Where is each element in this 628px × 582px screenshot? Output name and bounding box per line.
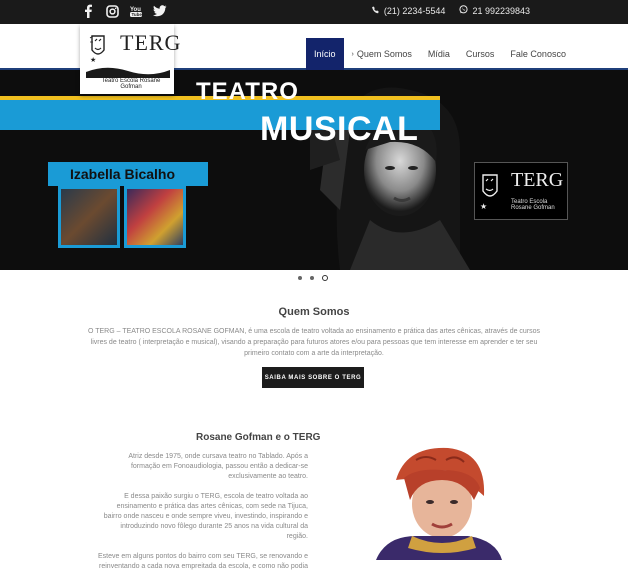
phone-contact[interactable]: (21) 2234-5544 xyxy=(371,5,446,16)
contact-info: (21) 2234-5544 21 992239843 xyxy=(371,5,530,16)
site-logo[interactable]: ★ TERG Teatro Escola Rosane Gofman xyxy=(80,24,180,94)
theater-mask-icon: ★ xyxy=(89,35,105,64)
hero-title-line2: MUSICAL xyxy=(260,110,419,148)
nav-item-cursos[interactable]: Cursos xyxy=(458,38,503,70)
rosane-photo xyxy=(356,440,506,560)
nav-item-midia[interactable]: Mídia xyxy=(420,38,458,70)
rg-paragraph-3: Esteve em alguns pontos do bairro com se… xyxy=(98,553,308,570)
slider-dots xyxy=(298,275,328,281)
rg-heading: Rosane Gofman e o TERG xyxy=(196,432,321,443)
logo-wave xyxy=(86,67,170,78)
logo-name: TERG xyxy=(120,30,182,55)
rg-bio: Atriz desde 1975, onde cursava teatro no… xyxy=(98,452,308,582)
svg-text:★: ★ xyxy=(480,202,487,211)
main-nav: Início › Quem Somos Mídia Cursos Fale Con… xyxy=(306,38,574,70)
phone-icon xyxy=(371,6,380,16)
hero-logo-subtitle: Teatro Escola Rosane Gofman xyxy=(511,199,555,211)
youtube-icon[interactable]: You Tube xyxy=(128,3,144,19)
nav-item-fale-conosco[interactable]: Fale Conosco xyxy=(502,38,574,70)
svg-text:Tube: Tube xyxy=(132,12,143,17)
theater-mask-icon: ★ xyxy=(480,174,498,211)
whatsapp-number: 21 992239843 xyxy=(472,5,530,16)
whatsapp-contact[interactable]: 21 992239843 xyxy=(459,5,530,16)
phone-number: (21) 2234-5544 xyxy=(383,5,446,16)
hero-photo-2 xyxy=(124,186,186,248)
slider-dot-2[interactable] xyxy=(310,276,314,280)
twitter-icon[interactable] xyxy=(152,3,168,19)
svg-text:★: ★ xyxy=(90,56,96,64)
top-bar: You Tube (21) 2234-5544 21 992239843 xyxy=(0,0,628,24)
hero-slider[interactable]: TEATRO MUSICAL Izabella Bicalho ★ TERG T… xyxy=(0,70,628,270)
nav-caret-icon: › xyxy=(351,50,354,58)
about-heading: Quem Somos xyxy=(278,306,350,318)
facebook-icon[interactable] xyxy=(80,3,96,19)
logo-subtitle: Teatro Escola Rosane Gofman xyxy=(101,78,161,90)
hero-logo-name: TERG xyxy=(511,169,564,191)
hero-terg-logo: ★ TERG Teatro Escola Rosane Gofman xyxy=(474,162,568,220)
social-links: You Tube xyxy=(80,3,168,19)
hero-title-line1: TEATRO xyxy=(196,78,299,105)
rg-paragraph-1: Atriz desde 1975, onde cursava teatro no… xyxy=(128,453,308,480)
slider-dot-1[interactable] xyxy=(298,276,302,280)
about-more-button[interactable]: SAIBA MAIS SOBRE O TERG xyxy=(262,367,364,388)
instagram-icon[interactable] xyxy=(104,3,120,19)
hero-photo-1 xyxy=(58,186,120,248)
nav-item-label: Quem Somos xyxy=(356,49,412,59)
nav-item-quem-somos[interactable]: › Quem Somos xyxy=(344,38,420,70)
whatsapp-icon xyxy=(459,5,469,16)
slider-dot-3[interactable] xyxy=(322,275,328,281)
nav-item-inicio[interactable]: Início xyxy=(306,38,344,70)
hero-name-tag: Izabella Bicalho xyxy=(48,162,208,186)
rg-paragraph-2: E dessa paixão surgiu o TERG, escola de … xyxy=(103,493,308,540)
about-description: O TERG – TEATRO ESCOLA ROSANE GOFMAN, é … xyxy=(87,328,541,357)
